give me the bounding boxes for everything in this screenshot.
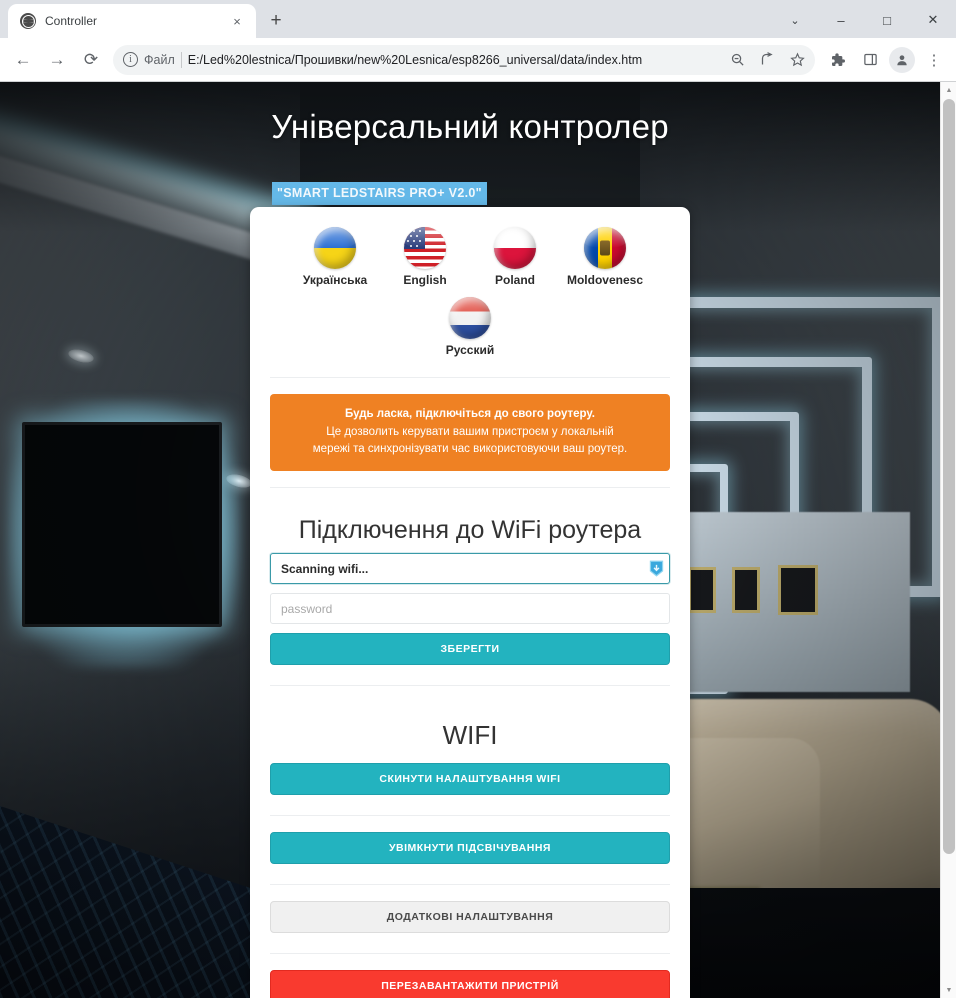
scroll-down-icon[interactable]: ▼ <box>941 982 956 998</box>
divider <box>270 685 670 687</box>
language-option-moldovenesc[interactable]: Moldovenesc <box>565 223 645 293</box>
subtitle-row: "SMART LEDSTAIRS PRO+ V2.0" <box>250 181 690 205</box>
reset-wifi-button[interactable]: СКИНУТИ НАЛАШТУВАННЯ WIFI <box>270 763 670 796</box>
divider <box>270 953 670 955</box>
address-bar[interactable]: i Файл E:/Led%20lestnica/Прошивки/new%20… <box>113 44 815 75</box>
omnibox-divider <box>180 51 182 68</box>
wifi-block-heading: WIFI <box>442 720 498 751</box>
language-selector: Українська English Poland Moldovenesc Ру… <box>270 223 670 377</box>
language-label: Русский <box>445 342 495 357</box>
reload-icon[interactable]: ⟳ <box>75 44 107 76</box>
save-button[interactable]: ЗБЕРЕГТИ <box>270 633 670 666</box>
share-icon[interactable] <box>753 46 781 74</box>
tab-title: Controller <box>45 14 98 29</box>
url-text[interactable]: E:/Led%20lestnica/Прошивки/new%20Lesnica… <box>188 53 717 67</box>
web-page: Універсальний контролер "SMART LEDSTAIRS… <box>0 82 940 998</box>
device-model-subtitle: "SMART LEDSTAIRS PRO+ V2.0" <box>272 181 487 205</box>
chrome-menu-icon[interactable]: ⋮ <box>919 45 949 75</box>
enable-backlight-button[interactable]: УВІМКНУТИ ПІДСВІЧУВАННЯ <box>270 832 670 865</box>
divider <box>270 487 670 489</box>
page-title: Універсальний контролер <box>271 108 669 146</box>
divider <box>270 884 670 886</box>
divider <box>270 815 670 817</box>
flag-usa-icon <box>404 226 446 269</box>
language-label: Moldovenesc <box>566 272 644 287</box>
dropdown-shield-icon[interactable] <box>647 559 665 579</box>
url-scheme-label: Файл <box>144 52 175 67</box>
search-minus-icon[interactable] <box>723 46 751 74</box>
page-content: Універсальний контролер "SMART LEDSTAIRS… <box>0 82 940 998</box>
scrollbar-thumb[interactable] <box>943 99 955 855</box>
extensions-icon[interactable] <box>823 45 853 75</box>
language-label: Poland <box>494 272 535 287</box>
scroll-up-icon[interactable]: ▲ <box>941 82 956 98</box>
browser-window: Controller × + ⌄ – □ ✕ ← → ⟳ i Файл E:/L… <box>0 0 956 998</box>
maximize-icon[interactable]: □ <box>864 0 910 40</box>
password-input[interactable]: password <box>270 593 670 625</box>
extra-settings-button[interactable]: ДОДАТКОВІ НАЛАШТУВАННЯ <box>270 901 670 934</box>
language-option-russian[interactable]: Русский <box>430 293 510 363</box>
tab-strip: Controller × + ⌄ – □ ✕ <box>0 0 956 40</box>
tab-search-icon[interactable]: ⌄ <box>772 0 818 40</box>
divider <box>270 376 670 378</box>
language-label: English <box>403 272 447 287</box>
wifi-section-heading: Підключення до WiFi роутера <box>298 516 642 545</box>
flag-ukraine-icon <box>314 226 356 269</box>
reboot-device-button[interactable]: ПЕРЕЗАВАНТАЖИТИ ПРИСТРІЙ <box>270 970 670 998</box>
close-icon[interactable]: × <box>228 12 246 30</box>
close-window-icon[interactable]: ✕ <box>910 0 956 40</box>
ssid-value: Scanning wifi... <box>281 561 369 576</box>
star-icon[interactable] <box>783 46 811 74</box>
router-connection-alert: Будь ласка, підключіться до свого роутер… <box>270 393 670 472</box>
profile-avatar[interactable] <box>889 46 915 73</box>
page-info-icon[interactable]: i <box>123 52 138 68</box>
ssid-select[interactable]: Scanning wifi... <box>270 553 670 585</box>
flag-moldova-icon <box>584 226 626 269</box>
language-label: Українська <box>302 272 368 287</box>
globe-icon <box>20 13 36 30</box>
alert-line-3: мережі та синхронізувати час використову… <box>312 443 628 456</box>
language-option-ukrainian[interactable]: Українська <box>295 223 375 293</box>
flag-poland-icon <box>494 226 536 269</box>
page-viewport: Універсальний контролер "SMART LEDSTAIRS… <box>0 82 956 998</box>
language-option-poland[interactable]: Poland <box>475 223 555 293</box>
browser-tab-controller[interactable]: Controller × <box>8 4 256 39</box>
password-placeholder: password <box>281 601 333 616</box>
alert-line-2: Це дозволить керувати вашим пристроєм у … <box>326 425 614 438</box>
back-icon[interactable]: ← <box>7 44 39 76</box>
side-panel-icon[interactable] <box>855 45 885 75</box>
omnibox-actions <box>723 46 811 74</box>
page-scrollbar[interactable]: ▲ ▼ <box>940 82 956 998</box>
flag-russia-icon <box>449 296 491 339</box>
browser-toolbar: ← → ⟳ i Файл E:/Led%20lestnica/Прошивки/… <box>0 38 956 82</box>
new-tab-button[interactable]: + <box>262 7 290 35</box>
window-controls: ⌄ – □ ✕ <box>772 0 956 40</box>
settings-card: Українська English Poland Moldovenesc Ру… <box>250 206 690 998</box>
forward-icon[interactable]: → <box>41 44 73 76</box>
minimize-icon[interactable]: – <box>818 0 864 40</box>
alert-line-1: Будь ласка, підключіться до свого роутер… <box>345 407 595 420</box>
language-option-english[interactable]: English <box>385 223 465 293</box>
